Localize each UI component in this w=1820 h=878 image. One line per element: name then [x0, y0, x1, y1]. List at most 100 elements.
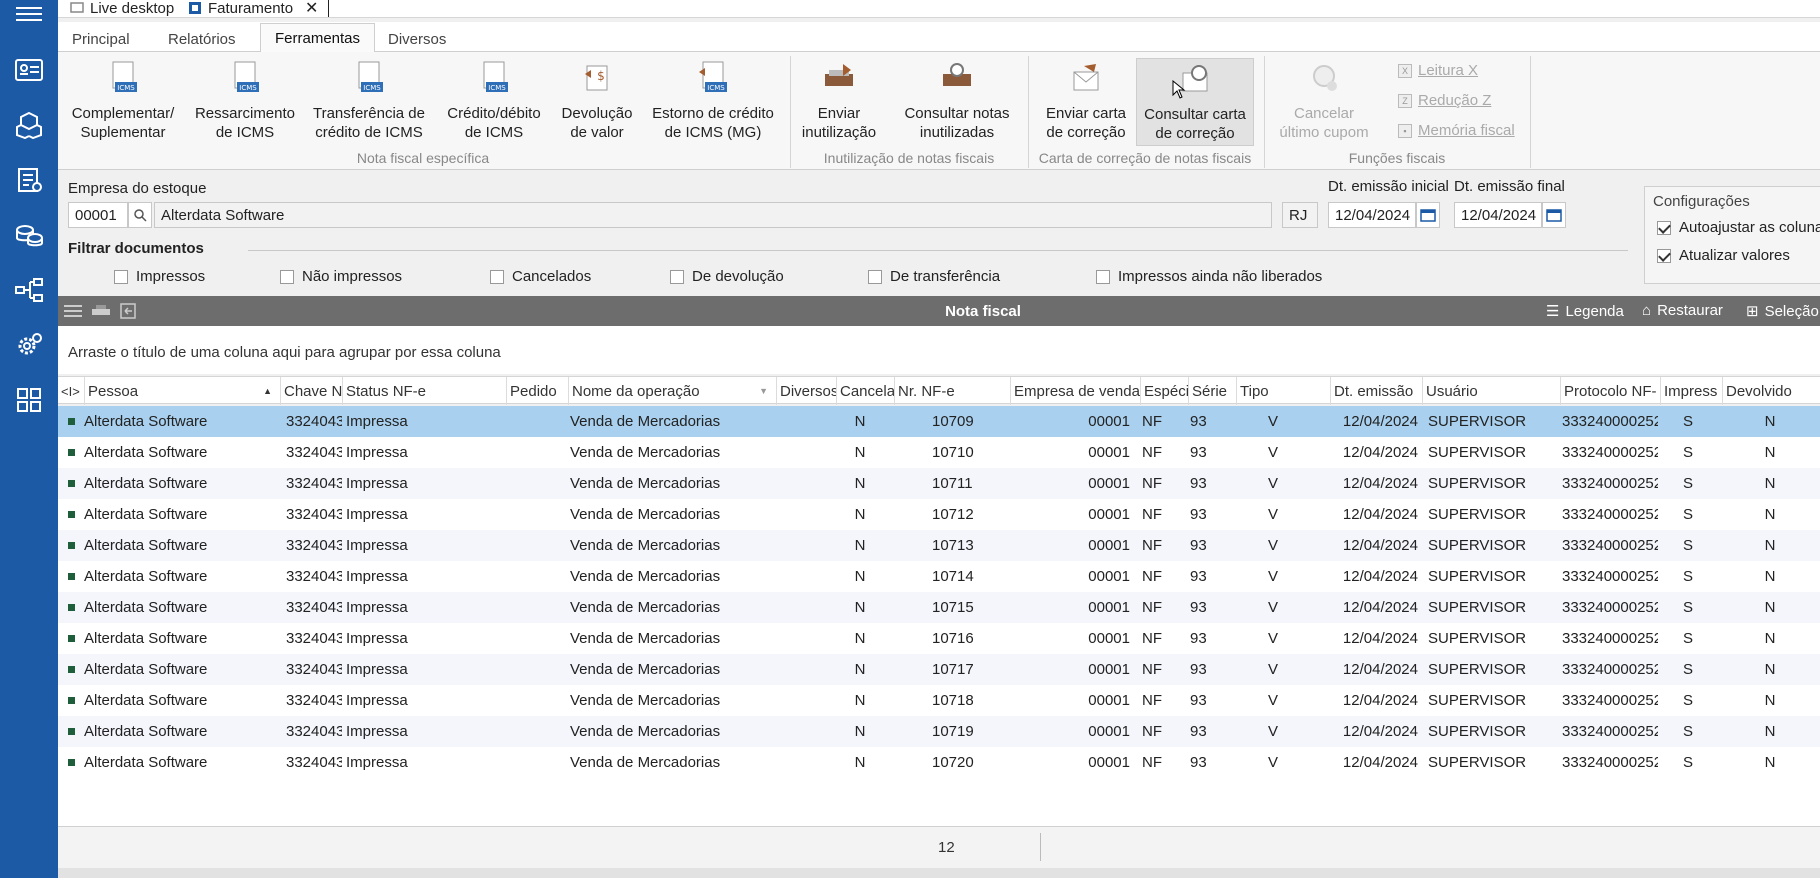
apps-grid-icon[interactable] [0, 380, 58, 420]
col-pessoa[interactable]: Pessoa ▲ [84, 377, 280, 405]
ressarcimento-button[interactable]: ICMS Ressarcimento de ICMS [190, 60, 300, 142]
cancelar-ultimo-cupom-button[interactable]: Cancelar último cupom [1272, 60, 1376, 142]
doc-tab-faturamento[interactable]: Faturamento ✕ [188, 0, 330, 18]
doc-tab-live-desktop[interactable]: Live desktop [70, 0, 174, 18]
table-row[interactable]: Alterdata Software 33240436¢Impressa Venda… [58, 561, 1820, 592]
tab-principal[interactable]: Principal [58, 26, 144, 53]
col-cancelado[interactable]: Cancelad [836, 377, 894, 405]
tab-relatorios[interactable]: Relatórios [154, 26, 250, 53]
memoria-fiscal-button[interactable]: ▪ Memória fiscal [1398, 122, 1515, 139]
cancelados-checkbox[interactable]: Cancelados [490, 268, 591, 285]
col-dt-emissao[interactable]: Dt. emissão [1330, 377, 1422, 405]
empresa-code-field[interactable]: 00001 [68, 202, 128, 228]
col-impresso[interactable]: Impress [1660, 377, 1722, 405]
complementar-button[interactable]: ICMS Complementar/ Suplementar [68, 60, 178, 142]
tab-diversos[interactable]: Diversos [374, 26, 460, 53]
report-icon[interactable] [0, 160, 58, 200]
de-devolucao-checkbox[interactable]: De devolução [670, 268, 784, 285]
table-row[interactable]: Alterdata Software 33240436¢Impressa Venda… [58, 716, 1820, 747]
table-row[interactable]: Alterdata Software 33240436¢Impressa Venda… [58, 654, 1820, 685]
col-nr-nfe[interactable]: Nr. NF-e [894, 377, 1010, 405]
col-tipo[interactable]: Tipo [1236, 377, 1330, 405]
cell-usuario: SUPERVISOR [1428, 537, 1527, 554]
col-status-nfe[interactable]: Status NF-e [342, 377, 506, 405]
cell-cancelado: N [854, 568, 866, 585]
table-row[interactable]: Alterdata Software 33240436¢Impressa Venda… [58, 530, 1820, 561]
atualizar-valores-checkbox[interactable]: Atualizar valores [1657, 247, 1790, 264]
cell-empresa: 00001 [1088, 723, 1130, 740]
cell-cancelado: N [854, 630, 866, 647]
calendar-icon[interactable] [1542, 202, 1566, 228]
cell-dt: 12/04/2024 [1342, 692, 1418, 709]
table-row[interactable]: Alterdata Software 33240436¢Impressa Venda… [58, 592, 1820, 623]
col-diversos[interactable]: Diversos [776, 377, 836, 405]
impressos-nao-liberados-checkbox[interactable]: Impressos ainda não liberados [1096, 268, 1322, 285]
group-label-nota-fiscal-especifica: Nota fiscal específica [356, 150, 490, 166]
enviar-carta-correcao-button[interactable]: Enviar carta de correção [1036, 60, 1136, 142]
col-chave-nf[interactable]: Chave NF [280, 377, 342, 405]
network-icon[interactable] [0, 270, 58, 310]
dt-final-field[interactable]: 12/04/2024 [1454, 202, 1542, 228]
cell-dt: 12/04/2024 [1342, 723, 1418, 740]
hamburger-menu-icon[interactable] [0, 0, 58, 34]
cell-devolvido: N [1764, 506, 1776, 523]
nao-impressos-checkbox[interactable]: Não impressos [280, 268, 402, 285]
table-row[interactable]: Alterdata Software 33240436¢Impressa Venda… [58, 437, 1820, 468]
restaurar-button[interactable]: ⌂ Restaurar [1642, 302, 1723, 319]
close-icon[interactable]: ✕ [305, 0, 318, 18]
col-devolvido[interactable]: Devolvido [1722, 377, 1820, 405]
consultar-carta-correcao-button[interactable]: Consultar carta de correção [1136, 58, 1254, 146]
leitura-x-button[interactable]: X Leitura X [1398, 62, 1478, 79]
col-empresa-venda[interactable]: Empresa de venda [1010, 377, 1140, 405]
ribbon-tab-bar: Principal Relatórios Ferramentas Diverso… [58, 22, 1820, 53]
table-row[interactable]: Alterdata Software 33240436¢Impressa Venda… [58, 468, 1820, 499]
cell-impresso: S [1682, 413, 1693, 430]
col-especie[interactable]: Espéci [1140, 377, 1188, 405]
cell-usuario: SUPERVISOR [1428, 413, 1527, 430]
tab-ferramentas[interactable]: Ferramentas [260, 23, 376, 53]
reducao-z-button[interactable]: Z Redução Z [1398, 92, 1491, 109]
group-by-zone[interactable]: Arraste o título de uma coluna aqui para… [58, 326, 1820, 374]
cell-status: Impressa [346, 599, 408, 616]
cell-operacao: Venda de Mercadorias [570, 568, 721, 585]
table-row[interactable]: Alterdata Software 33240436¢Impressa Venda… [58, 499, 1820, 530]
col-pedido[interactable]: Pedido [506, 377, 568, 405]
filtrar-documentos-label: Filtrar documentos [68, 240, 204, 257]
col-serie[interactable]: Série [1188, 377, 1236, 405]
estorno-credito-button[interactable]: ICMS Estorno de crédito de ICMS (MG) [648, 60, 778, 142]
devolucao-valor-button[interactable]: $ Devolução de valor [556, 60, 638, 142]
text-cursor [328, 0, 330, 17]
dt-inicial-field[interactable]: 12/04/2024 [1328, 202, 1416, 228]
cell-empresa: 00001 [1088, 413, 1130, 430]
credito-debito-button[interactable]: ICMS Crédito/débito de ICMS [442, 60, 546, 142]
cell-empresa: 00001 [1088, 661, 1130, 678]
coins-icon[interactable] [0, 215, 58, 255]
transferencia-credito-button[interactable]: ICMS Transferência de crédito de ICMS [308, 60, 430, 142]
table-row[interactable]: Alterdata Software 33240436¢Impressa Venda… [58, 406, 1820, 437]
cell-status: Impressa [346, 692, 408, 709]
cell-devolvido: N [1764, 444, 1776, 461]
col-protocolo[interactable]: Protocolo NF- [1560, 377, 1660, 405]
selecao-button[interactable]: ⊞ Seleção [1746, 302, 1819, 321]
impressos-checkbox[interactable]: Impressos [114, 268, 205, 285]
calendar-icon[interactable] [1416, 202, 1440, 228]
table-row[interactable]: Alterdata Software 33240436¢Impressa Venda… [58, 623, 1820, 654]
button-label-line1: Consultar carta [1144, 106, 1246, 123]
settings-gear-icon[interactable] [0, 325, 58, 365]
col-indicator[interactable]: <I> [58, 377, 84, 405]
cell-pessoa: Alterdata Software [84, 537, 208, 554]
boxes-icon[interactable] [0, 105, 58, 145]
id-card-icon[interactable] [0, 50, 58, 90]
table-row[interactable]: Alterdata Software 33240436¢Impressa Venda… [58, 685, 1820, 716]
table-row[interactable]: Alterdata Software 33240436¢Impressa Venda… [58, 747, 1820, 778]
cell-operacao: Venda de Mercadorias [570, 506, 721, 523]
cell-empresa: 00001 [1088, 475, 1130, 492]
col-nome-operacao[interactable]: Nome da operação ▼ [568, 377, 776, 405]
search-icon[interactable] [128, 202, 152, 228]
autoajustar-colunas-checkbox[interactable]: Autoajustar as colunas [1657, 219, 1820, 236]
consultar-notas-inutilizadas-button[interactable]: Consultar notas inutilizadas [894, 60, 1020, 142]
legenda-button[interactable]: ☰ Legenda [1546, 302, 1624, 321]
col-usuario[interactable]: Usuário [1422, 377, 1560, 405]
de-transferencia-checkbox[interactable]: De transferência [868, 268, 1000, 285]
enviar-inutilizacao-button[interactable]: Enviar inutilização [798, 60, 880, 142]
